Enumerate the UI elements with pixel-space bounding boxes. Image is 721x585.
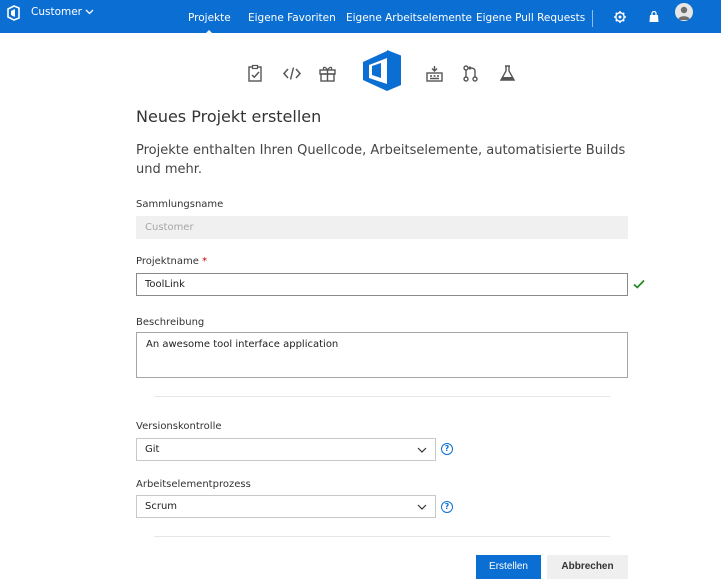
account-name[interactable]: Customer (31, 6, 82, 18)
gear-icon[interactable] (613, 10, 627, 24)
nav-eigene-arbeitselemente[interactable]: Eigene Arbeitselemente (346, 12, 472, 24)
help-icon[interactable]: ? (441, 443, 453, 455)
vsts-logo-icon (363, 50, 401, 91)
checkmark-icon (633, 279, 645, 289)
project-name-label-text: Projektname (136, 256, 199, 267)
flask-icon (499, 65, 516, 81)
code-icon (282, 67, 302, 80)
nav-divider (592, 10, 593, 27)
cancel-button[interactable]: Abbrechen (547, 555, 628, 579)
top-navigation-bar: Customer Projekte Eigene Favoriten Eigen… (0, 0, 721, 36)
nav-eigene-favoriten[interactable]: Eigene Favoriten (248, 12, 336, 24)
chevron-down-icon[interactable] (417, 447, 427, 453)
section-divider (154, 536, 610, 537)
description-textarea[interactable]: An awesome tool interface application (136, 332, 628, 378)
version-control-select[interactable]: Git (136, 438, 436, 461)
project-name-label: Projektname * (136, 256, 207, 267)
page-description: Projekte enthalten Ihren Quellcode, Arbe… (136, 143, 626, 177)
section-divider (154, 396, 610, 397)
user-avatar-icon[interactable] (675, 3, 693, 21)
page-title: Neues Projekt erstellen (136, 107, 322, 126)
work-item-process-value[interactable]: Scrum (145, 501, 177, 512)
build-icon (426, 66, 443, 82)
work-item-process-label: Arbeitselementprozess (136, 479, 251, 490)
chevron-down-icon[interactable] (417, 504, 427, 510)
help-icon[interactable]: ? (441, 501, 453, 513)
required-marker: * (202, 256, 208, 267)
create-button[interactable]: Erstellen (476, 555, 541, 579)
project-name-input[interactable]: ToolLink (136, 273, 628, 296)
description-label: Beschreibung (136, 317, 205, 328)
chevron-down-icon[interactable] (85, 9, 94, 15)
vsts-logo-icon[interactable] (6, 5, 22, 21)
gift-icon (319, 66, 336, 82)
collection-label: Sammlungsname (136, 199, 224, 210)
nav-projekte[interactable]: Projekte (188, 12, 231, 36)
clipboard-check-icon (248, 64, 262, 82)
version-control-label: Versionskontrolle (136, 421, 222, 432)
service-icon-strip (0, 48, 721, 94)
version-control-value[interactable]: Git (145, 444, 159, 455)
pull-request-icon (463, 65, 478, 82)
collection-name-field: Customer (136, 216, 628, 239)
nav-eigene-pull-requests[interactable]: Eigene Pull Requests (476, 12, 585, 24)
bag-icon[interactable] (647, 10, 661, 24)
account-switcher[interactable]: Customer (31, 6, 94, 18)
work-item-process-select[interactable]: Scrum (136, 495, 436, 518)
